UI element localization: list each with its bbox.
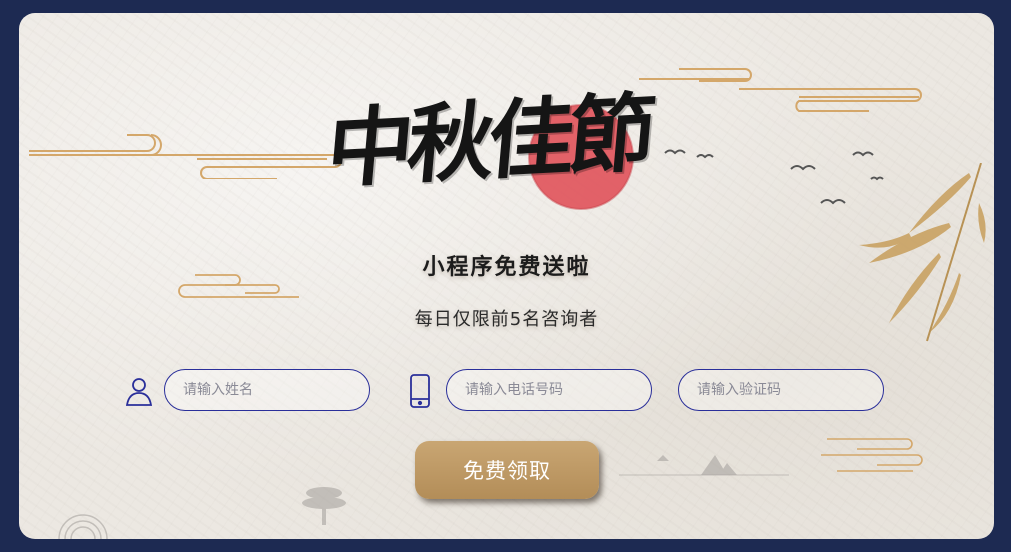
phone-icon: [410, 374, 430, 408]
pine-tree-decoration: [302, 487, 346, 525]
mountain-decoration: [619, 455, 789, 476]
verification-code-input[interactable]: [678, 369, 884, 411]
name-input[interactable]: [164, 369, 370, 411]
promo-card: 中秋佳節 小程序免费送啦 每日仅限前5名咨询者 请输入姓名 请输入电话号码 请输…: [19, 13, 994, 539]
title-art: 中秋佳節: [319, 33, 699, 243]
arch-decoration: [58, 514, 108, 539]
user-icon: [125, 378, 153, 406]
promo-tagline: 每日仅限前5名咨询者: [414, 309, 599, 330]
cloud-decoration-left: [29, 134, 342, 179]
submit-button[interactable]: 免费领取: [415, 441, 599, 499]
promo-subtitle: 小程序免费送啦: [422, 255, 591, 280]
cloud-decoration-bottom-right: [821, 438, 923, 472]
title-calligraphy: 中秋佳節: [322, 82, 654, 201]
phone-input[interactable]: [446, 369, 652, 411]
